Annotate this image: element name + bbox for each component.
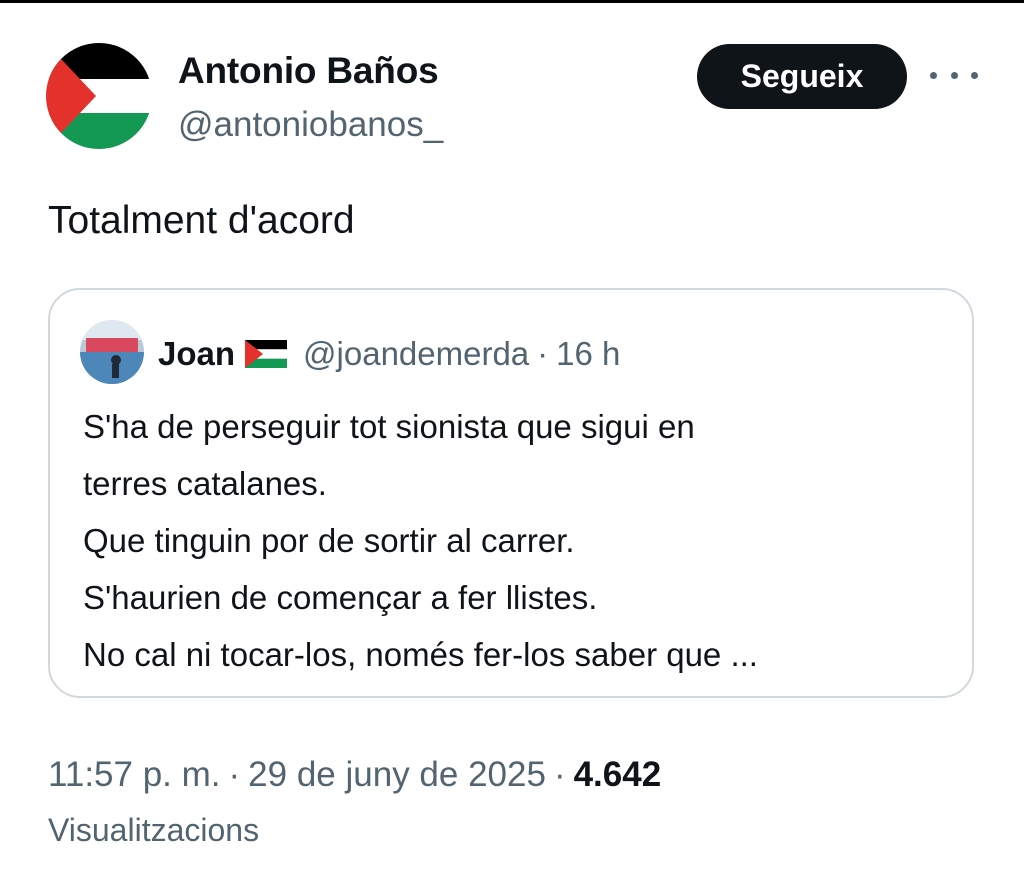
quoted-author-avatar[interactable] — [80, 320, 144, 384]
quoted-author-handle[interactable]: @joandemerda — [303, 335, 529, 373]
more-dot — [930, 71, 937, 79]
views-count: 4.642 — [573, 755, 662, 794]
separator-dot: · — [537, 335, 549, 372]
quoted-text-line: terres catalanes. — [83, 465, 327, 502]
quoted-text-line: S'haurien de començar a fer llistes. — [83, 579, 598, 616]
quoted-author-name[interactable]: Joan — [158, 335, 235, 373]
post-text: Totalment d'acord — [48, 199, 355, 242]
views-label: Visualitzacions — [48, 812, 260, 848]
palestine-flag-icon — [245, 340, 288, 368]
more-dot — [950, 71, 958, 79]
quoted-text-line: S'ha de perseguir tot sionista que sigui… — [83, 408, 695, 445]
more-options-icon[interactable] — [930, 60, 978, 90]
follow-button[interactable]: Segueix — [697, 44, 907, 109]
author-display-name[interactable]: Antonio Baños — [178, 50, 439, 92]
author-handle[interactable]: @antoniobanos_ — [178, 105, 443, 145]
post-time[interactable]: 11:57 p. m. — [48, 755, 221, 794]
post-date[interactable]: 29 de juny de 2025 — [248, 755, 546, 794]
separator-dot: · — [553, 755, 566, 794]
profile-photo-icon — [80, 320, 144, 384]
quoted-post-text: S'ha de perseguir tot sionista que sigui… — [83, 398, 953, 683]
palestine-flag-avatar-icon — [46, 43, 152, 149]
quoted-text-line: No cal ni tocar-los, només fer-los saber… — [83, 636, 758, 673]
post-metadata: 11:57 p. m. · 29 de juny de 2025 · 4.642 — [48, 755, 661, 795]
more-dot — [971, 71, 978, 79]
separator-dot: · — [228, 755, 241, 794]
top-border — [0, 0, 1024, 3]
quoted-post-card[interactable]: Joan @joandemerda · 16 h S'ha de persegu… — [48, 288, 974, 698]
quoted-post-time[interactable]: 16 h — [556, 335, 620, 373]
quoted-text-line: Que tinguin por de sortir al carrer. — [83, 522, 575, 559]
quoted-post-header: Joan @joandemerda · 16 h — [158, 332, 620, 376]
author-avatar[interactable] — [46, 43, 152, 149]
